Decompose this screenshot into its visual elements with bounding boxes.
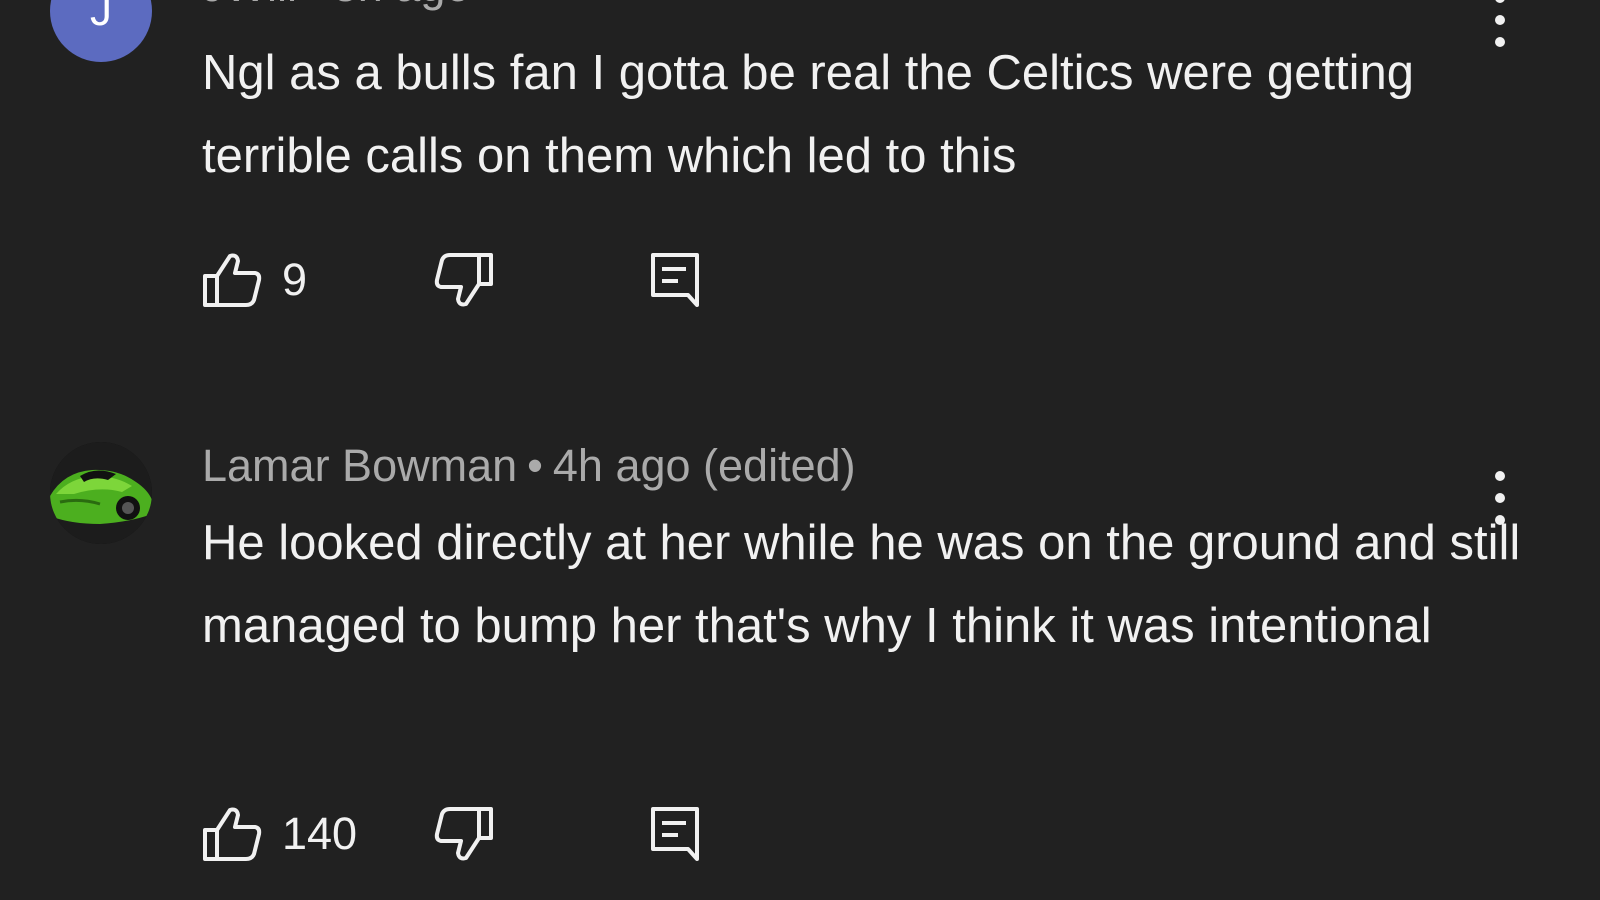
like-button[interactable]: 140 <box>202 802 357 866</box>
reply-button[interactable] <box>650 802 700 866</box>
meta-separator: • <box>307 0 323 11</box>
thumbs-down-icon <box>434 253 493 307</box>
avatar[interactable] <box>50 442 152 544</box>
dislike-button[interactable] <box>434 248 494 312</box>
comment-author[interactable]: JWill <box>202 0 297 11</box>
like-button[interactable]: 9 <box>202 248 307 312</box>
reply-button[interactable] <box>650 248 700 312</box>
green-sports-car-avatar-image <box>50 442 152 544</box>
comment-reply-icon <box>651 253 699 307</box>
comment-text: Ngl as a bulls fan I gotta be real the C… <box>202 46 1415 183</box>
thumbs-up-icon <box>203 807 262 861</box>
meta-separator: • <box>527 440 543 491</box>
comment-meta: JWill • 3h ago <box>202 0 470 12</box>
thumbs-down-icon <box>434 807 493 861</box>
like-count: 140 <box>282 808 358 859</box>
comment-text: He looked directly at her while he was o… <box>202 516 1521 653</box>
avatar[interactable]: J <box>50 0 152 62</box>
thumbs-up-icon <box>203 253 262 307</box>
comments-screen: J JWill • 3h ago Ngl as a bulls fan I gott… <box>0 0 1600 900</box>
like-count: 9 <box>282 254 308 305</box>
comment-meta: Lamar Bowman • 4h ago (edited) <box>202 440 856 492</box>
dislike-button[interactable] <box>434 802 494 866</box>
comment-reply-icon <box>651 807 699 861</box>
comment-time: 3h ago <box>333 0 471 11</box>
avatar-letter: J <box>90 0 112 35</box>
comment-author[interactable]: Lamar Bowman <box>202 440 517 491</box>
comment-time: 4h ago (edited) <box>552 440 856 491</box>
